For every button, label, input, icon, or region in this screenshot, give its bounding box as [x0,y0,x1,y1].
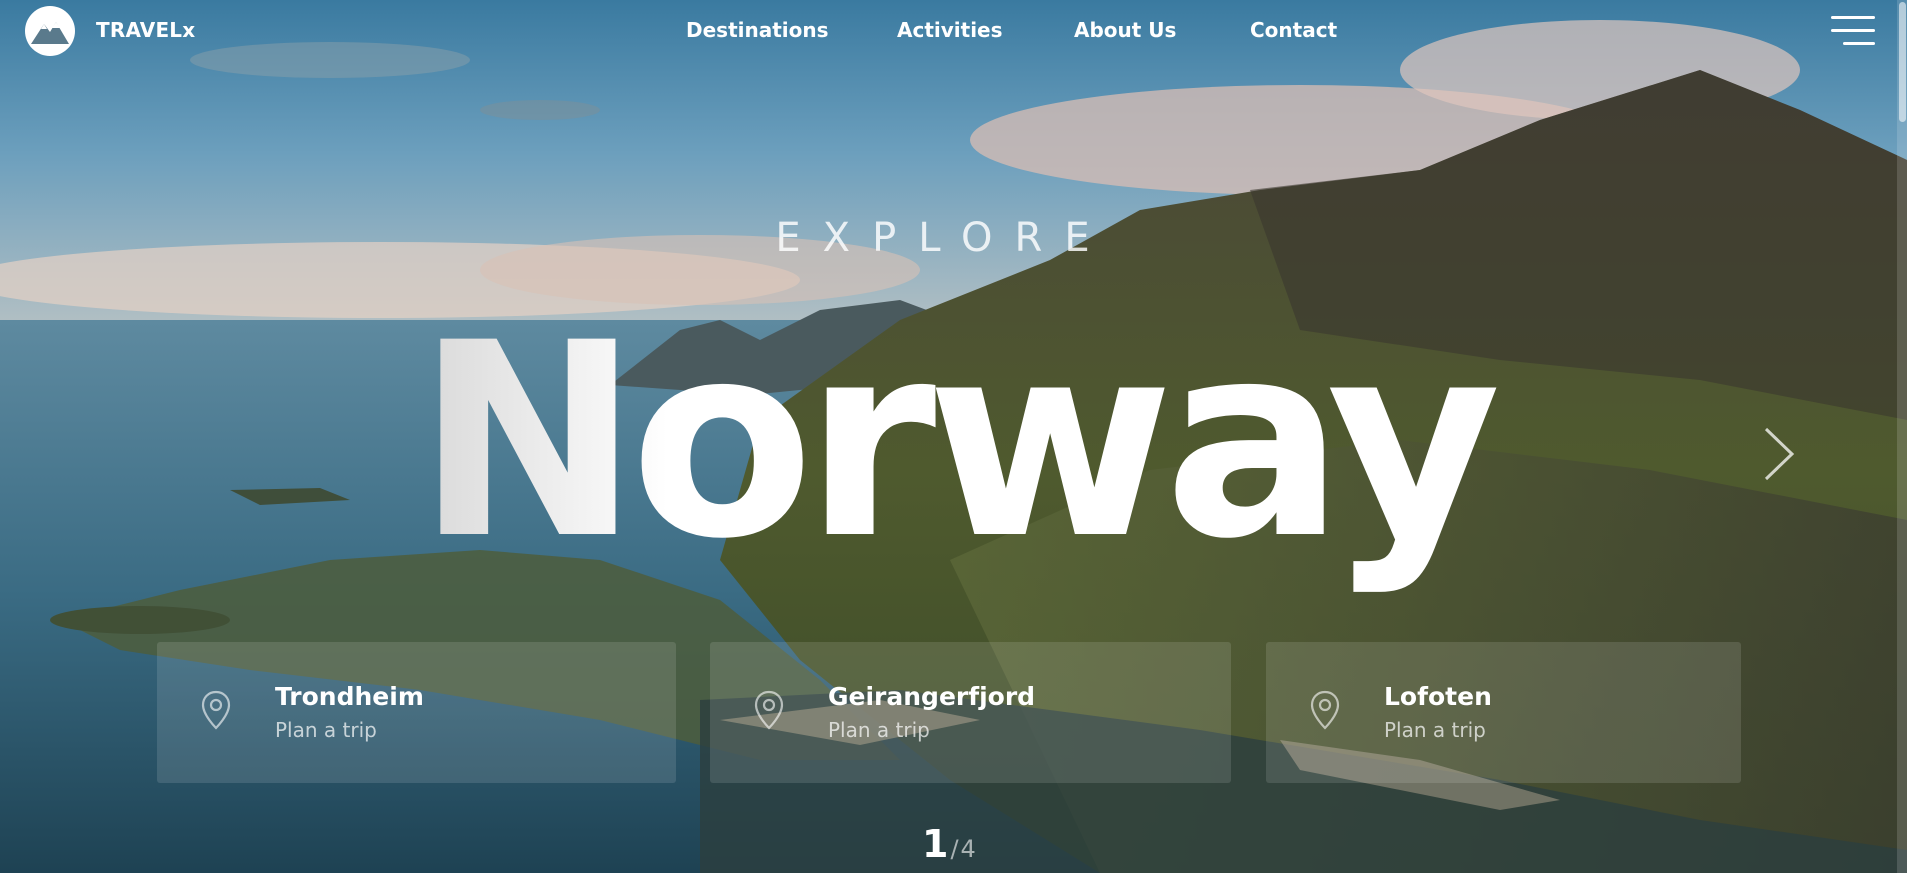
nav-about-us[interactable]: About Us [1074,18,1176,42]
card-title: Lofoten [1384,682,1492,711]
card-subtitle: Plan a trip [828,718,930,742]
hero-kicker: EXPLORE [775,215,1112,261]
card-subtitle: Plan a trip [1384,718,1486,742]
map-pin-icon [754,690,784,730]
pager-total: 4 [960,835,976,863]
chevron-right-icon[interactable] [1762,425,1798,483]
hero-title: Norway [0,292,1907,592]
pager-separator: / [950,835,959,863]
hero-section: TRAVELx Destinations Activities About Us… [0,0,1907,873]
brand-name[interactable]: TRAVELx [96,18,195,42]
pager-current: 1 [922,822,949,866]
nav-destinations[interactable]: Destinations [686,18,829,42]
map-pin-icon [1310,690,1340,730]
destination-card-geirangerfjord[interactable]: Geirangerfjord Plan a trip [710,642,1231,783]
scrollbar-thumb[interactable] [1899,2,1906,122]
destination-card-trondheim[interactable]: Trondheim Plan a trip [157,642,676,783]
destination-card-lofoten[interactable]: Lofoten Plan a trip [1266,642,1741,783]
card-subtitle: Plan a trip [275,718,377,742]
card-title: Geirangerfjord [828,682,1036,711]
map-pin-icon [201,690,231,730]
slide-pager: 1/4 [922,822,976,866]
page-scrollbar[interactable] [1897,0,1907,873]
mountain-logo-icon [31,22,69,44]
nav-contact[interactable]: Contact [1250,18,1337,42]
hamburger-menu-icon[interactable] [1831,14,1875,48]
nav-activities[interactable]: Activities [897,18,1003,42]
card-title: Trondheim [275,682,424,711]
logo[interactable] [25,6,75,56]
